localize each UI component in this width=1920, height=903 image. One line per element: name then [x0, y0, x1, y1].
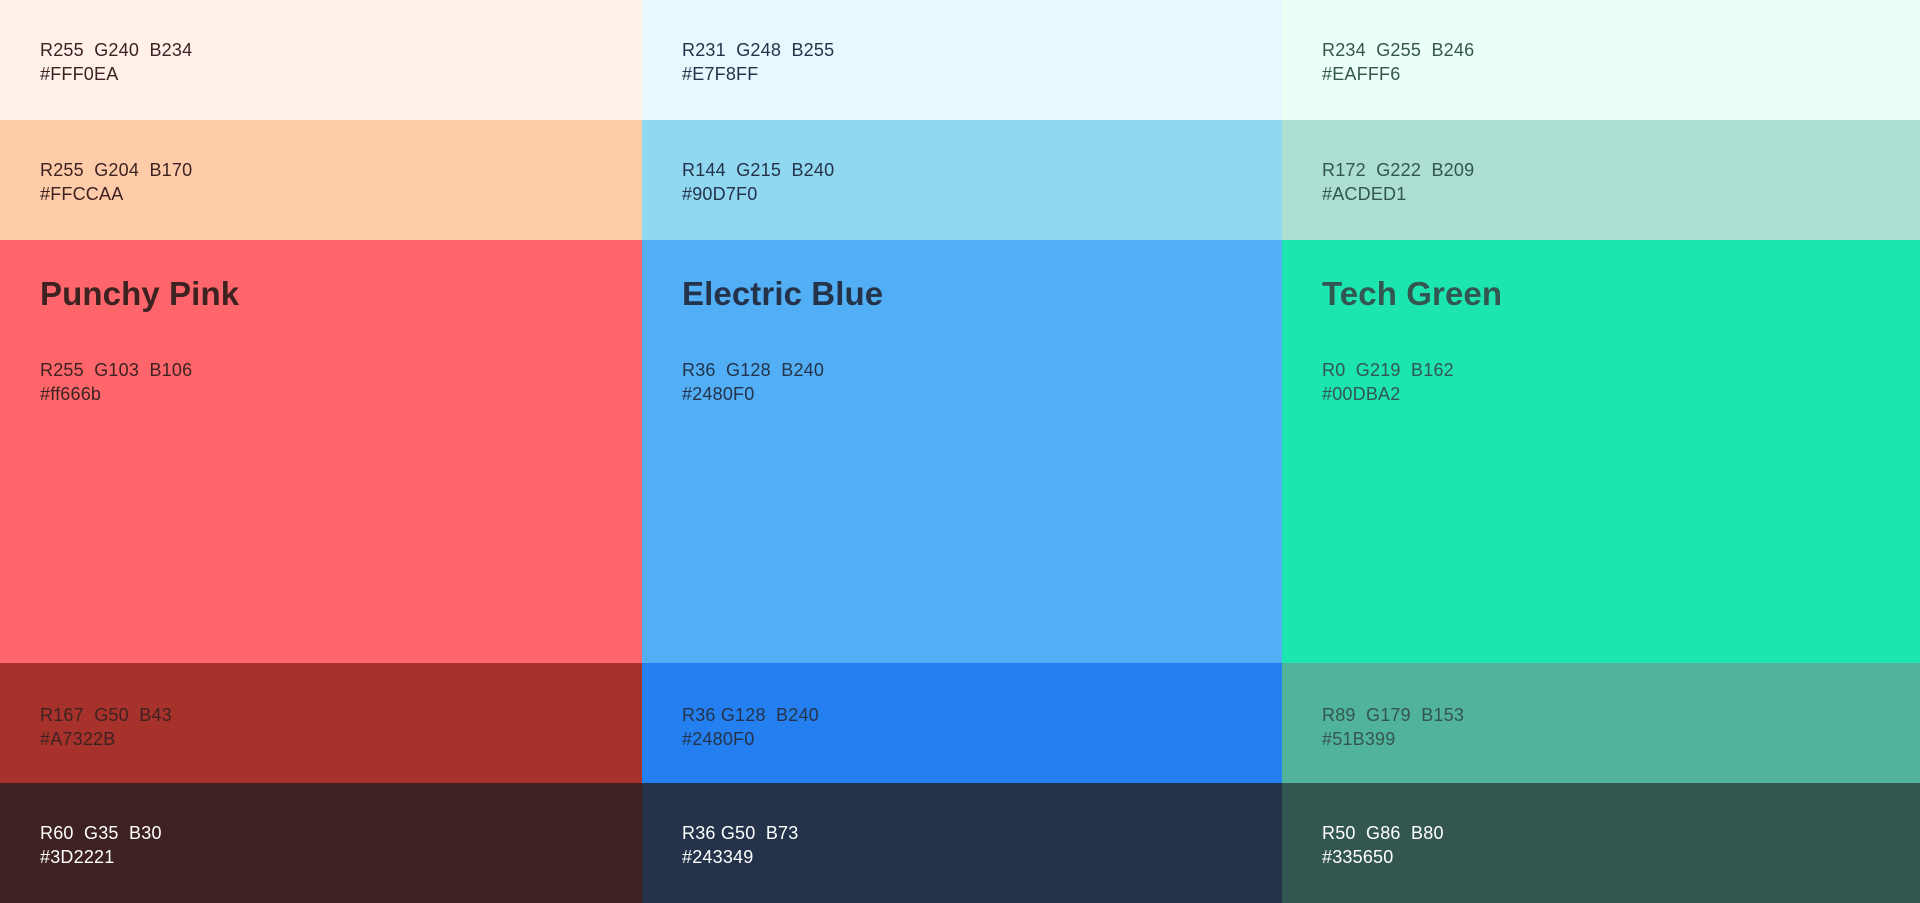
hex-value: #EAFFF6	[1322, 64, 1401, 84]
rgb-value: R172 G222 B209	[1322, 160, 1475, 180]
rgb-value: R36 G128 B240	[682, 360, 825, 380]
rgb-value: R36 G128 B240	[682, 705, 819, 725]
swatch-tint-1: R255 G240 B234 #FFF0EA	[0, 0, 642, 120]
palette-name: Punchy Pink	[40, 275, 240, 312]
swatch-tint-1: R231 G248 B255 #E7F8FF	[642, 0, 1282, 120]
hex-value: #335650	[1322, 847, 1394, 867]
palette-name: Tech Green	[1322, 275, 1503, 312]
rgb-value: R234 G255 B246	[1322, 40, 1475, 60]
swatch-tint-1: R234 G255 B246 #EAFFF6	[1282, 0, 1920, 120]
rgb-value: R0 G219 B162	[1322, 360, 1454, 380]
rgb-value: R60 G35 B30	[40, 823, 162, 843]
hex-value: #90D7F0	[682, 184, 758, 204]
hex-value: #FFF0EA	[40, 64, 119, 84]
hex-value: #2480F0	[682, 384, 755, 404]
hex-value: #E7F8FF	[682, 64, 759, 84]
rgb-value: R167 G50 B43	[40, 705, 172, 725]
palette-name: Electric Blue	[682, 275, 884, 312]
swatch-shade-1: R167 G50 B43 #A7322B	[0, 663, 642, 783]
swatch-main: Electric Blue R36 G128 B240 #2480F0	[642, 240, 1282, 663]
rgb-value: R50 G86 B80	[1322, 823, 1444, 843]
hex-value: #51B399	[1322, 729, 1396, 749]
rgb-value: R255 G240 B234	[40, 40, 193, 60]
swatch-shade-2: R36 G50 B73 #243349	[642, 783, 1282, 903]
hex-value: #00DBA2	[1322, 384, 1401, 404]
palette-column-punchy-pink: R255 G240 B234 #FFF0EA R255 G204 B170 #F…	[0, 0, 642, 903]
swatch-tint-2: R144 G215 B240 #90D7F0	[642, 120, 1282, 240]
hex-value: #A7322B	[40, 729, 116, 749]
hex-value: #ff666b	[40, 384, 102, 404]
hex-value: #243349	[682, 847, 754, 867]
rgb-value: R144 G215 B240	[682, 160, 835, 180]
swatch-shade-2: R50 G86 B80 #335650	[1282, 783, 1920, 903]
swatch-shade-1: R36 G128 B240 #2480F0	[642, 663, 1282, 783]
palette-column-tech-green: R234 G255 B246 #EAFFF6 R172 G222 B209 #A…	[1282, 0, 1920, 903]
rgb-value: R231 G248 B255	[682, 40, 835, 60]
rgb-value: R255 G103 B106	[40, 360, 193, 380]
swatch-shade-2: R60 G35 B30 #3D2221	[0, 783, 642, 903]
color-palette: R255 G240 B234 #FFF0EA R255 G204 B170 #F…	[0, 0, 1920, 903]
hex-value: #3D2221	[40, 847, 115, 867]
rgb-value: R255 G204 B170	[40, 160, 193, 180]
palette-column-electric-blue: R231 G248 B255 #E7F8FF R144 G215 B240 #9…	[642, 0, 1282, 903]
swatch-main: Tech Green R0 G219 B162 #00DBA2	[1282, 240, 1920, 663]
hex-value: #2480F0	[682, 729, 755, 749]
swatch-main: Punchy Pink R255 G103 B106 #ff666b	[0, 240, 642, 663]
rgb-value: R89 G179 B153	[1322, 705, 1465, 725]
swatch-tint-2: R255 G204 B170 #FFCCAA	[0, 120, 642, 240]
hex-value: #FFCCAA	[40, 184, 124, 204]
swatch-tint-2: R172 G222 B209 #ACDED1	[1282, 120, 1920, 240]
rgb-value: R36 G50 B73	[682, 823, 799, 843]
swatch-shade-1: R89 G179 B153 #51B399	[1282, 663, 1920, 783]
hex-value: #ACDED1	[1322, 184, 1407, 204]
